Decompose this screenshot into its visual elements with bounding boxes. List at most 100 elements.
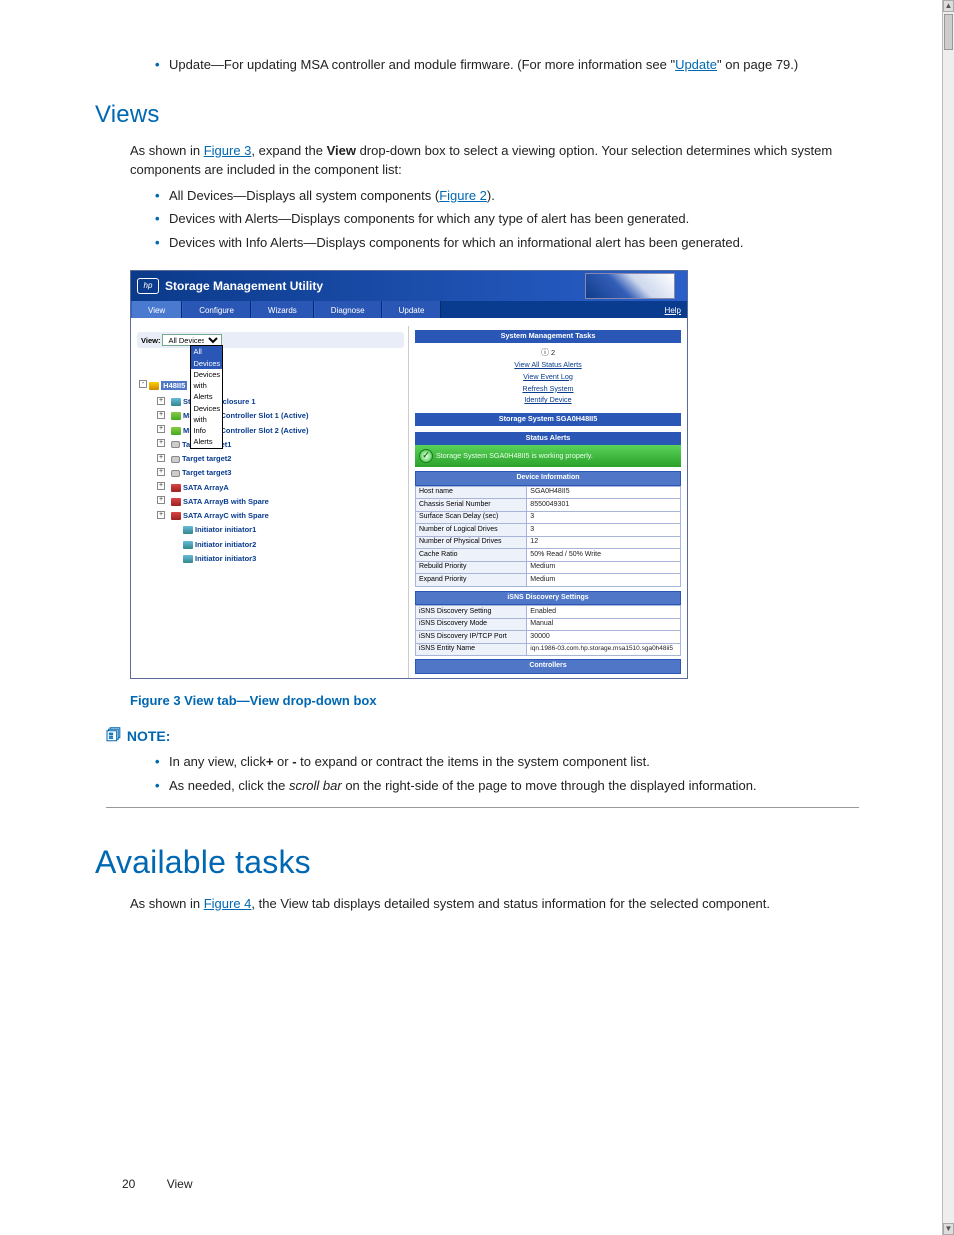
expand-icon[interactable]: + <box>157 454 165 462</box>
array-icon <box>171 498 181 506</box>
status-alerts-header: Status Alerts <box>415 432 681 445</box>
expand-icon[interactable]: + <box>157 425 165 433</box>
tree-array-b[interactable]: +SATA ArrayB with Spare <box>157 494 408 508</box>
scroll-down-icon[interactable]: ▼ <box>943 1223 954 1235</box>
initiator-icon <box>183 541 193 549</box>
scroll-thumb[interactable] <box>944 14 953 50</box>
value: Medium <box>527 574 681 587</box>
expand-icon[interactable]: - <box>139 380 147 388</box>
intro-bullet-update: Update—For updating MSA controller and m… <box>155 55 859 75</box>
label: Expand Priority <box>416 574 527 587</box>
initiator-icon <box>183 555 193 563</box>
tree-initiator-3[interactable]: Initiator initiator3 <box>169 551 408 565</box>
value: 3 <box>527 524 681 537</box>
tree-root[interactable]: - H48II5 <box>139 378 408 392</box>
divider <box>106 807 859 808</box>
enclosure-icon <box>171 398 181 406</box>
expand-icon[interactable]: + <box>157 482 165 490</box>
view-select[interactable]: All Devices <box>162 334 222 346</box>
expand-icon[interactable]: + <box>157 411 165 419</box>
table-row: Number of Logical Drives3 <box>416 524 681 537</box>
alerts-status-icon: ⓘ 2 <box>415 347 681 359</box>
link-view-event-log[interactable]: View Event Log <box>415 372 681 383</box>
label: SATA ArrayA <box>183 483 229 492</box>
heading-available-tasks: Available tasks <box>95 838 859 886</box>
figure3-caption: Figure 3 View tab—View drop-down box <box>130 691 859 711</box>
expand-icon[interactable]: + <box>157 511 165 519</box>
link-figure4[interactable]: Figure 4 <box>204 896 252 911</box>
text: or <box>273 754 292 769</box>
note-icon: 🗊 <box>106 724 121 748</box>
link-update[interactable]: Update <box>675 57 717 72</box>
label: iSNS Discovery Setting <box>416 606 527 619</box>
table-row: Chassis Serial Number8550049301 <box>416 499 681 512</box>
label: Initiator initiator1 <box>195 525 256 534</box>
expand-icon[interactable]: + <box>157 397 165 405</box>
opt-devices-alerts[interactable]: Devices with Alerts <box>191 369 222 403</box>
table-row: iSNS Entity Nameiqn.1986-03.com.hp.stora… <box>416 643 681 656</box>
label: iSNS Discovery Mode <box>416 618 527 631</box>
link-identify-device[interactable]: Identify Device <box>415 395 681 406</box>
view-selector-row: View: All Devices All Devices Devices wi… <box>137 332 404 348</box>
label: Initiator initiator3 <box>195 554 256 563</box>
tab-update[interactable]: Update <box>382 301 442 318</box>
tasks-list: ⓘ 2 View All Status Alerts View Event Lo… <box>415 347 681 406</box>
value: 8550049301 <box>527 499 681 512</box>
label: iSNS Entity Name <box>416 643 527 656</box>
tree-root-label: H48II5 <box>161 381 187 390</box>
label: SATA ArrayC with Spare <box>183 511 269 520</box>
label: Rebuild Priority <box>416 561 527 574</box>
status-message: Storage System SGA0H48II5 is working pro… <box>436 451 593 462</box>
tree-array-c[interactable]: + SATA ArrayC with Spare <box>157 509 408 523</box>
scroll-up-icon[interactable]: ▲ <box>943 0 954 12</box>
isns-table: iSNS Discovery SettingEnabled iSNS Disco… <box>415 605 681 656</box>
link-refresh-system[interactable]: Refresh System <box>415 384 681 395</box>
value: 3 <box>527 511 681 524</box>
views-bullet-info-alerts: Devices with Info Alerts—Displays compon… <box>155 233 859 253</box>
opt-all-devices[interactable]: All Devices <box>191 346 222 369</box>
value: 12 <box>527 536 681 549</box>
array-icon <box>171 512 181 520</box>
tree-initiator-2[interactable]: Initiator initiator2 <box>169 537 408 551</box>
link-help[interactable]: Help <box>659 301 687 318</box>
tree-target-2[interactable]: +Target target2 <box>157 452 408 466</box>
controllers-header: Controllers <box>415 659 681 674</box>
array-icon <box>171 484 181 492</box>
tree-target-3[interactable]: +Target target3 <box>157 466 408 480</box>
app-title: Storage Management Utility <box>165 277 323 295</box>
value: iqn.1986-03.com.hp.storage.msa1510.sga0h… <box>527 643 681 656</box>
views-bullet-alerts: Devices with Alerts—Displays components … <box>155 209 859 229</box>
tab-wizards[interactable]: Wizards <box>251 301 314 318</box>
table-row: iSNS Discovery IP/TCP Port30000 <box>416 631 681 644</box>
tab-diagnose[interactable]: Diagnose <box>314 301 382 318</box>
label: iSNS Discovery IP/TCP Port <box>416 631 527 644</box>
tab-configure[interactable]: Configure <box>182 301 251 318</box>
expand-icon[interactable]: + <box>157 496 165 504</box>
banner-image <box>585 273 675 299</box>
tab-view[interactable]: View <box>131 301 182 318</box>
tree-array-a[interactable]: + SATA ArrayA <box>157 480 408 494</box>
initiator-icon <box>183 526 193 534</box>
figure3-screenshot: hp Storage Management Utility View Confi… <box>130 270 688 679</box>
link-figure2[interactable]: Figure 2 <box>439 188 487 203</box>
page-footer: 20 View <box>122 1175 193 1193</box>
left-pane: View: All Devices All Devices Devices wi… <box>131 326 409 678</box>
expand-icon[interactable]: + <box>157 468 165 476</box>
link-figure3[interactable]: Figure 3 <box>204 143 252 158</box>
target-icon <box>171 456 180 463</box>
scrollbar[interactable]: ▲ ▼ <box>942 0 954 1235</box>
text: " on page 79.) <box>717 57 798 72</box>
tasks-intro-para: As shown in Figure 4, the View tab displ… <box>130 894 859 914</box>
footer-section-name: View <box>167 1177 193 1191</box>
device-info-table: Host nameSGA0H48II5 Chassis Serial Numbe… <box>415 486 681 587</box>
text: , expand the <box>251 143 326 158</box>
value: 50% Read / 50% Write <box>527 549 681 562</box>
opt-devices-info[interactable]: Devices with Info Alerts <box>191 403 222 448</box>
views-bullet-all-devices: All Devices—Displays all system componen… <box>155 186 859 206</box>
label: Initiator initiator2 <box>195 540 256 549</box>
device-info-header: Device Information <box>415 471 681 486</box>
expand-icon[interactable]: + <box>157 439 165 447</box>
link-view-all-alerts[interactable]: View All Status Alerts <box>415 360 681 371</box>
value: Medium <box>527 561 681 574</box>
tree-initiator-1[interactable]: Initiator initiator1 <box>169 523 408 537</box>
